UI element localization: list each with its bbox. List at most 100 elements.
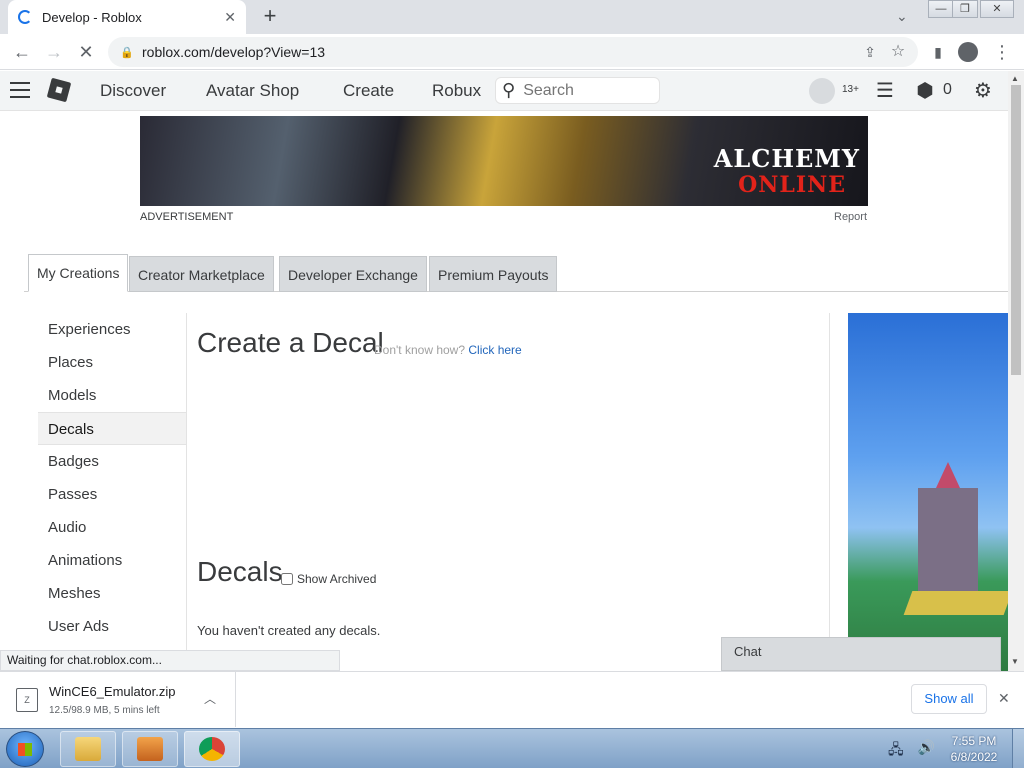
close-download-shelf-icon[interactable]: ✕ [998, 690, 1010, 707]
roblox-search[interactable]: ⚲ [495, 77, 660, 104]
browser-tabstrip: Develop - Roblox ✕ + ⌄ — ❐ ✕ [0, 0, 1024, 34]
nav-robux[interactable]: Robux [432, 81, 481, 101]
show-desktop-button[interactable] [1012, 729, 1024, 768]
chrome-menu-icon[interactable]: ⋮ [990, 40, 1014, 64]
search-input[interactable] [523, 81, 644, 100]
hamburger-menu-icon[interactable] [10, 82, 30, 98]
show-archived-checkbox[interactable] [281, 573, 293, 585]
new-tab-icon[interactable]: + [258, 4, 282, 28]
ad-logo-line2: ONLINE [738, 172, 846, 198]
zip-file-icon: Z [16, 688, 38, 712]
road-illustration [903, 591, 1008, 615]
sidebar-item-user-ads[interactable]: User Ads [38, 610, 186, 643]
folder-icon [75, 737, 101, 761]
nav-avatar-shop[interactable]: Avatar Shop [206, 81, 299, 101]
tab-close-icon[interactable]: ✕ [224, 9, 236, 26]
side-advertisement[interactable] [848, 313, 1008, 671]
help-hint: Don't know how? Click here [374, 343, 522, 357]
system-tray: 🖧 🔊 [888, 739, 935, 763]
ad-report-link[interactable]: Report [834, 211, 867, 223]
notifications-list-icon[interactable]: ☰ [872, 78, 898, 104]
chat-bar[interactable]: Chat [721, 637, 1001, 671]
chrome-taskbar-button[interactable] [184, 731, 240, 767]
content-divider [829, 313, 830, 671]
search-icon: ⚲ [502, 80, 516, 100]
sidebar-item-meshes[interactable]: Meshes [38, 577, 186, 610]
top-advertisement-banner[interactable]: ALCHEMY ONLINE [140, 116, 868, 206]
scroll-down-icon[interactable]: ▼ [1011, 657, 1019, 666]
share-icon[interactable]: ⇪ [858, 40, 882, 64]
sidebar-divider [186, 313, 187, 671]
settings-gear-icon[interactable]: ⚙ [970, 78, 996, 104]
download-progress: 12.5/98.9 MB, 5 mins left [49, 705, 160, 716]
castle-illustration [918, 462, 978, 598]
tab-premium-payouts[interactable]: Premium Payouts [429, 256, 558, 292]
robux-icon[interactable]: ⬢ [912, 78, 938, 104]
media-player-taskbar-button[interactable] [122, 731, 178, 767]
back-arrow-icon[interactable]: ← [10, 40, 34, 64]
media-player-icon [137, 737, 163, 761]
tab-creator-marketplace[interactable]: Creator Marketplace [129, 256, 274, 292]
help-hint-text: Don't know how? [374, 343, 466, 357]
sidebar-item-decals[interactable]: Decals [38, 412, 186, 445]
sidebar-item-places[interactable]: Places [38, 346, 186, 379]
sidebar-item-animations[interactable]: Animations [38, 544, 186, 577]
sidebar-item-audio[interactable]: Audio [38, 511, 186, 544]
forward-arrow-icon[interactable]: → [42, 40, 66, 64]
clock-time: 7:55 PM [951, 734, 997, 748]
sidebar-item-passes[interactable]: Passes [38, 478, 186, 511]
scroll-up-icon[interactable]: ▲ [1011, 74, 1019, 83]
show-archived-label: Show Archived [297, 572, 377, 586]
age-tag: 13+ [842, 84, 859, 95]
volume-icon[interactable]: 🔊 [918, 739, 935, 763]
roblox-header: Discover Avatar Shop Create Robux ⚲ 13+ … [0, 71, 1008, 111]
taskbar-clock[interactable]: 7:55 PM 6/8/2022 [948, 733, 1000, 765]
tab-search-chevron-icon[interactable]: ⌄ [896, 8, 908, 25]
advertisement-label: ADVERTISEMENT [140, 211, 234, 223]
url-text: roblox.com/develop?View=13 [142, 44, 326, 60]
show-all-downloads-button[interactable]: Show all [911, 684, 987, 714]
minimize-icon[interactable]: — [928, 0, 954, 18]
robux-balance[interactable]: 0 [943, 81, 952, 99]
stop-loading-icon[interactable]: ✕ [74, 40, 98, 64]
network-icon[interactable]: 🖧 [888, 739, 904, 763]
browser-toolbar: ← → ✕ 🔒 roblox.com/develop?View=13 ⇪ ☆ ▮… [0, 34, 1024, 70]
browser-status-text: Waiting for chat.roblox.com... [0, 650, 340, 671]
download-shelf: Z WinCE6_Emulator.zip 12.5/98.9 MB, 5 mi… [0, 671, 1024, 727]
address-bar[interactable]: 🔒 roblox.com/develop?View=13 [108, 37, 918, 67]
tab-my-creations[interactable]: My Creations [28, 254, 129, 292]
side-panel-icon[interactable]: ▮ [926, 40, 950, 64]
ad-logo-line1: ALCHEMY [713, 144, 860, 173]
profile-avatar-icon[interactable] [958, 42, 978, 62]
restore-icon[interactable]: ❐ [952, 0, 978, 18]
sidebar-item-experiences[interactable]: Experiences [38, 313, 186, 346]
sidebar-item-models[interactable]: Models [38, 379, 186, 412]
sidebar-item-badges[interactable]: Badges [38, 445, 186, 478]
nav-discover[interactable]: Discover [100, 81, 166, 101]
tab-title: Develop - Roblox [42, 9, 142, 25]
browser-tab[interactable]: Develop - Roblox ✕ [8, 0, 246, 34]
windows-start-button[interactable] [6, 731, 44, 767]
show-archived-option[interactable]: Show Archived [281, 572, 376, 586]
windows-taskbar: 🖧 🔊 7:55 PM 6/8/2022 [0, 728, 1024, 768]
lock-icon: 🔒 [120, 47, 134, 59]
chrome-icon [199, 737, 225, 761]
click-here-link[interactable]: Click here [468, 343, 521, 357]
user-avatar[interactable] [809, 78, 835, 104]
roblox-logo-icon[interactable] [46, 77, 72, 103]
page-scrollbar[interactable]: ▲ ▼ [1008, 71, 1024, 671]
download-filename: WinCE6_Emulator.zip [49, 684, 176, 699]
nav-create[interactable]: Create [343, 81, 394, 101]
explorer-taskbar-button[interactable] [60, 731, 116, 767]
tab-developer-exchange[interactable]: Developer Exchange [279, 256, 427, 292]
create-decal-title: Create a Decal [197, 327, 384, 358]
download-item[interactable]: Z WinCE6_Emulator.zip 12.5/98.9 MB, 5 mi… [0, 672, 236, 727]
close-window-icon[interactable]: ✕ [980, 0, 1014, 18]
scrollbar-thumb[interactable] [1011, 85, 1021, 375]
clock-date: 6/8/2022 [950, 750, 998, 764]
chevron-up-icon[interactable]: ︿ [204, 690, 216, 707]
decals-section-title: Decals [197, 556, 283, 587]
bookmark-star-icon[interactable]: ☆ [886, 40, 910, 64]
creations-sidebar: Experiences Places Models Decals Badges … [38, 313, 186, 643]
empty-decals-message: You haven't created any decals. [197, 623, 381, 638]
